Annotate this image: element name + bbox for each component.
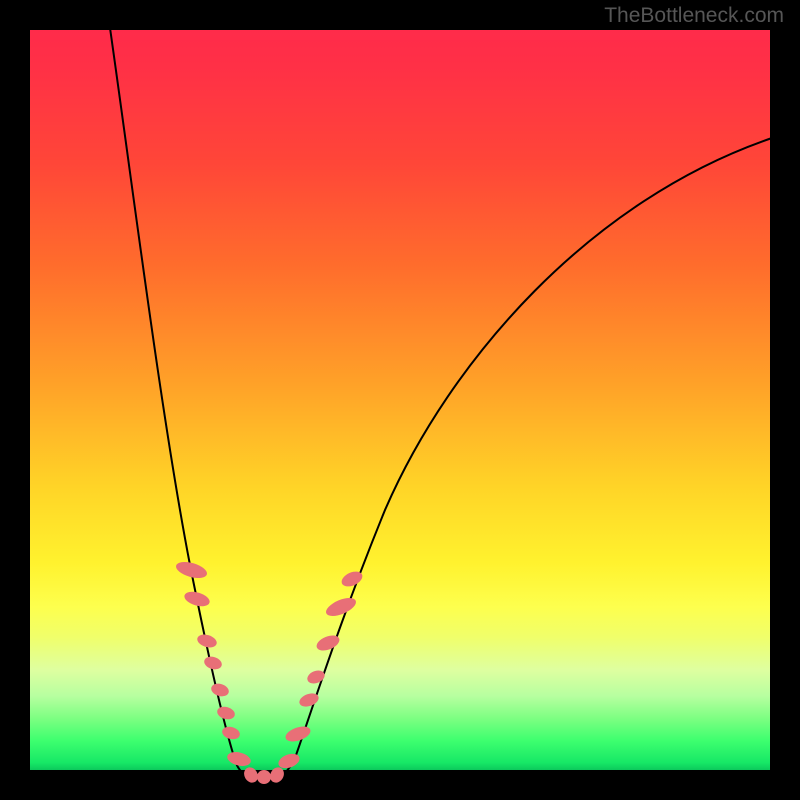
bead-bottom-1 bbox=[257, 770, 271, 784]
curve-right bbox=[264, 138, 772, 776]
bead-left-3 bbox=[203, 655, 224, 672]
bead-group bbox=[174, 559, 365, 785]
chart-svg bbox=[30, 30, 770, 770]
chart-frame: TheBottleneck.com bbox=[0, 0, 800, 800]
curve-left bbox=[106, 0, 264, 776]
bead-left-1 bbox=[183, 589, 212, 609]
bead-left-2 bbox=[196, 632, 219, 649]
bead-right-5 bbox=[324, 594, 359, 619]
watermark-text: TheBottleneck.com bbox=[604, 4, 784, 28]
bead-left-4 bbox=[210, 682, 231, 699]
bead-right-3 bbox=[305, 668, 326, 686]
bead-right-1 bbox=[284, 724, 313, 745]
bead-left-6 bbox=[221, 725, 241, 741]
bead-left-7 bbox=[226, 750, 252, 768]
bead-left-0 bbox=[174, 559, 209, 581]
bead-left-5 bbox=[216, 705, 237, 721]
